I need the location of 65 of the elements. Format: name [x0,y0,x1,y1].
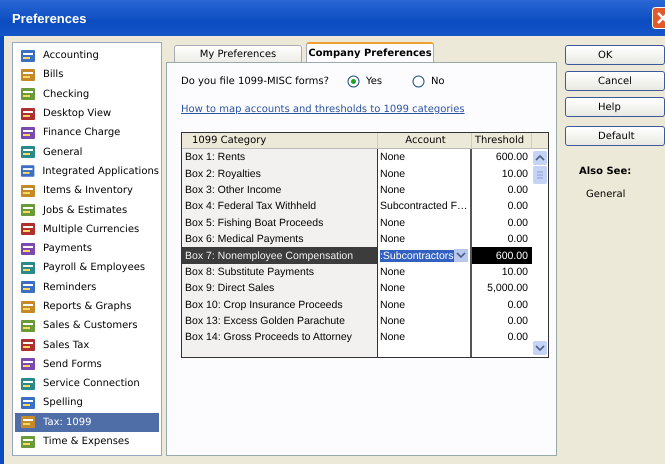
preference-icon [20,338,36,352]
preference-icon [20,396,36,410]
sidebar-item[interactable]: Multiple Currencies [15,220,159,239]
radio-option[interactable]: Yes [346,74,412,88]
window-title: Preferences [12,10,86,26]
preference-icon [20,357,36,372]
dialog-button[interactable]: OK [565,45,665,65]
preference-icon [20,280,36,294]
preference-icon [20,376,36,391]
preference-icon [20,87,36,102]
sidebar-item[interactable]: Sales & Customers [15,316,159,336]
sidebar-item[interactable]: Bills [15,65,159,85]
preference-icon [20,260,36,275]
sidebar-item[interactable]: Finance Charge [15,123,159,142]
preference-icon [20,222,36,236]
scroll-down-icon[interactable] [533,341,547,355]
sidebar-item[interactable]: Tax: 1099 [15,412,159,432]
preference-icon [20,48,36,63]
table-cell: Box 7: Nonemployee Compensation [182,247,378,264]
radio-option[interactable]: No [412,74,477,88]
sidebar-item[interactable]: Desktop View [15,104,159,124]
column-header[interactable]: Threshold [472,133,532,148]
dialog-button[interactable]: Help [565,97,665,117]
sidebar-item[interactable]: Payroll & Employees [15,258,159,278]
preference-icon [20,318,36,333]
dialog-button[interactable]: Cancel [565,71,665,91]
sidebar-item[interactable]: Time & Expenses [15,432,159,452]
also-see-link[interactable]: General [565,189,665,200]
question-label: Do you file 1099-MISC forms? [181,76,329,86]
sidebar-item[interactable]: Reminders [15,278,159,297]
table-cell: Box 8: Substitute Payments [182,264,378,280]
sidebar-item[interactable]: Service Connection [15,374,159,394]
column-header[interactable]: 1099 Category [182,133,378,148]
scroll-up-icon[interactable] [533,151,547,165]
sidebar-item[interactable]: Sales Tax [15,335,159,355]
dialog-button[interactable]: Default [565,126,665,146]
preference-icon [20,184,36,198]
tab[interactable]: My Preferences [174,45,302,62]
preference-icon [20,242,36,256]
sidebar-item[interactable]: Integrated Applications [15,162,159,182]
preference-icon [20,145,36,160]
table-cell: 600.00 [472,247,532,264]
sidebar-item[interactable]: Items & Inventory [15,181,159,200]
preference-icon [20,68,36,82]
sidebar-item[interactable]: Accounting [15,46,159,66]
preference-icon [20,300,36,314]
sidebar-item[interactable]: Reports & Graphs [15,296,159,316]
preference-icon [20,434,36,449]
scroll-bar[interactable] [532,149,548,357]
sidebar-item[interactable]: Jobs & Estimates [15,200,159,220]
tab[interactable]: Company Preferences [306,42,434,62]
also-see-heading: Also See: [578,166,632,177]
preference-icon [20,415,36,430]
sidebar-item[interactable]: Checking [15,84,159,104]
preference-icon [20,164,36,178]
preference-icon [20,106,36,121]
column-header[interactable]: Account [378,133,472,148]
preference-icon [20,203,36,218]
help-link[interactable]: How to map accounts and thresholds to 1099 categories [181,104,465,115]
scroll-thumb[interactable] [533,166,547,184]
sidebar-item[interactable]: Payments [15,238,159,258]
sidebar-item[interactable]: Send Forms [15,354,159,374]
preference-icon [20,126,36,140]
sidebar-item[interactable]: General [15,142,159,162]
sidebar-item[interactable]: Spelling [15,393,159,413]
